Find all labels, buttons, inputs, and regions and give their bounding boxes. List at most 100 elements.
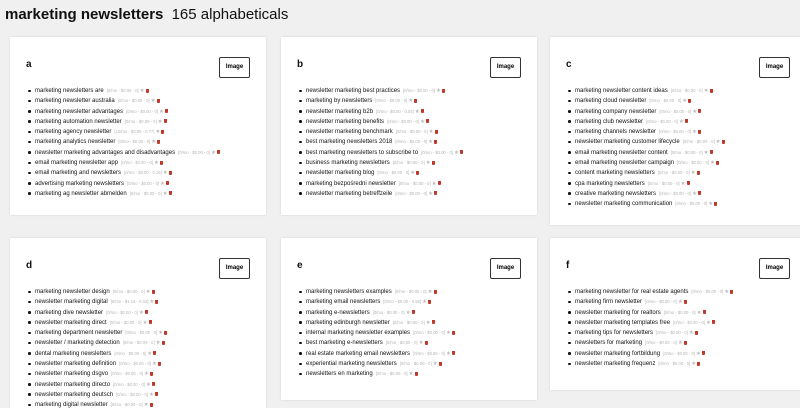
star-icon[interactable]: ★ xyxy=(428,139,433,145)
trash-icon[interactable] xyxy=(730,289,734,294)
star-icon[interactable]: ★ xyxy=(422,299,427,305)
keyword-text[interactable]: marketing cloud newsletter xyxy=(575,98,646,104)
trash-icon[interactable] xyxy=(216,150,220,155)
keyword-text[interactable]: newsletters for marketing xyxy=(575,340,642,346)
keyword-text[interactable]: marketing club newsletter xyxy=(575,119,643,125)
trash-icon[interactable] xyxy=(451,351,455,356)
star-icon[interactable]: ★ xyxy=(163,170,168,176)
trash-icon[interactable] xyxy=(702,310,706,315)
star-icon[interactable]: ★ xyxy=(708,201,713,207)
trash-icon[interactable] xyxy=(149,371,153,376)
trash-icon[interactable] xyxy=(714,201,718,206)
star-icon[interactable]: ★ xyxy=(410,170,415,176)
trash-icon[interactable] xyxy=(434,139,438,144)
star-icon[interactable]: ★ xyxy=(144,402,149,408)
keyword-text[interactable]: marketing dive newsletter xyxy=(35,310,103,316)
star-icon[interactable]: ★ xyxy=(415,109,420,115)
star-icon[interactable]: ★ xyxy=(163,191,168,197)
keyword-text[interactable]: marketing digital newsletter xyxy=(35,402,108,408)
star-icon[interactable]: ★ xyxy=(682,98,687,104)
keyword-text[interactable]: newsletter marketing b2b xyxy=(306,109,373,115)
star-icon[interactable]: ★ xyxy=(139,310,144,316)
keyword-text[interactable]: marketing company newsletter xyxy=(575,109,656,115)
keyword-text[interactable]: newsletter / marketing detection xyxy=(35,340,120,346)
star-icon[interactable]: ★ xyxy=(156,340,161,346)
keyword-text[interactable]: newsletter marketing for realtors xyxy=(575,310,661,316)
star-icon[interactable]: ★ xyxy=(692,129,697,135)
trash-icon[interactable] xyxy=(168,191,172,196)
keyword-text[interactable]: newsletter marketing fortbildung xyxy=(575,351,660,357)
trash-icon[interactable] xyxy=(161,129,165,134)
star-icon[interactable]: ★ xyxy=(716,139,721,145)
star-icon[interactable]: ★ xyxy=(151,98,156,104)
star-icon[interactable]: ★ xyxy=(681,181,686,187)
trash-icon[interactable] xyxy=(709,88,713,93)
star-icon[interactable]: ★ xyxy=(409,371,414,377)
keyword-text[interactable]: marketing newsletter content ideas xyxy=(575,88,668,94)
trash-icon[interactable] xyxy=(683,340,687,345)
trash-icon[interactable] xyxy=(153,351,157,356)
star-icon[interactable]: ★ xyxy=(446,351,451,357)
star-icon[interactable]: ★ xyxy=(152,361,157,367)
keyword-text[interactable]: newsletter marketing blog xyxy=(306,170,374,176)
star-icon[interactable]: ★ xyxy=(689,330,694,336)
star-icon[interactable]: ★ xyxy=(158,330,163,336)
trash-icon[interactable] xyxy=(694,330,698,335)
keyword-text[interactable]: experiential marketing newsletters xyxy=(306,361,397,367)
keyword-text[interactable]: email marketing newsletter app xyxy=(35,160,118,166)
keyword-text[interactable]: newsletter marketing betreffzeile xyxy=(306,191,392,197)
keyword-text[interactable]: newsletter marketing benefits xyxy=(306,119,384,125)
star-icon[interactable]: ★ xyxy=(432,181,437,187)
trash-icon[interactable] xyxy=(684,119,688,124)
trash-icon[interactable] xyxy=(696,170,700,175)
star-icon[interactable]: ★ xyxy=(211,150,216,156)
star-icon[interactable]: ★ xyxy=(426,320,431,326)
trash-icon[interactable] xyxy=(151,382,155,387)
trash-icon[interactable] xyxy=(149,402,153,407)
trash-icon[interactable] xyxy=(156,98,160,103)
trash-icon[interactable] xyxy=(428,299,432,304)
star-icon[interactable]: ★ xyxy=(692,109,697,115)
keyword-text[interactable]: marketing ag newsletter abmelden xyxy=(35,191,127,197)
star-icon[interactable]: ★ xyxy=(724,289,729,295)
keyword-text[interactable]: marketing tips for newsletters xyxy=(575,330,653,336)
keyword-text[interactable]: email marketing newsletter campaign xyxy=(575,160,674,166)
star-icon[interactable]: ★ xyxy=(691,361,696,367)
keyword-text[interactable]: marketing agency newsletter xyxy=(35,129,111,135)
trash-icon[interactable] xyxy=(151,289,155,294)
keyword-text[interactable]: business marketing newsletters xyxy=(306,160,390,166)
keyword-text[interactable]: marketing newsletter advantages xyxy=(35,109,123,115)
trash-icon[interactable] xyxy=(709,150,713,155)
keyword-text[interactable]: marketing email newsletters xyxy=(306,299,380,305)
trash-icon[interactable] xyxy=(145,88,149,93)
keyword-text[interactable]: creative marketing newsletters xyxy=(575,191,656,197)
keyword-text[interactable]: newsletter marketing customer lifecycle xyxy=(575,139,680,145)
keyword-text[interactable]: marketing by newsletters xyxy=(306,98,372,104)
trash-icon[interactable] xyxy=(411,310,415,315)
star-icon[interactable]: ★ xyxy=(436,88,441,94)
trash-icon[interactable] xyxy=(414,98,418,103)
trash-icon[interactable] xyxy=(144,310,148,315)
star-icon[interactable]: ★ xyxy=(697,310,702,316)
keyword-text[interactable]: content marketing newsletters xyxy=(575,170,655,176)
trash-icon[interactable] xyxy=(697,129,701,134)
star-icon[interactable]: ★ xyxy=(160,181,165,187)
keyword-text[interactable]: marketing channels newsletter xyxy=(575,129,656,135)
star-icon[interactable]: ★ xyxy=(679,119,684,125)
trash-icon[interactable] xyxy=(697,191,701,196)
star-icon[interactable]: ★ xyxy=(429,129,434,135)
trash-icon[interactable] xyxy=(148,320,152,325)
trash-icon[interactable] xyxy=(416,170,420,175)
star-icon[interactable]: ★ xyxy=(149,392,154,398)
trash-icon[interactable] xyxy=(459,150,463,155)
keyword-text[interactable]: marketing e-newsletters xyxy=(306,310,370,316)
trash-icon[interactable] xyxy=(420,109,424,114)
keyword-text[interactable]: marketing newsletters examples xyxy=(306,289,392,295)
trash-icon[interactable] xyxy=(451,330,455,335)
image-button[interactable]: Image xyxy=(759,258,790,279)
star-icon[interactable]: ★ xyxy=(706,320,711,326)
trash-icon[interactable] xyxy=(165,181,169,186)
keyword-text[interactable]: marketing automation newsletter xyxy=(35,119,122,125)
trash-icon[interactable] xyxy=(697,361,701,366)
trash-icon[interactable] xyxy=(711,320,715,325)
